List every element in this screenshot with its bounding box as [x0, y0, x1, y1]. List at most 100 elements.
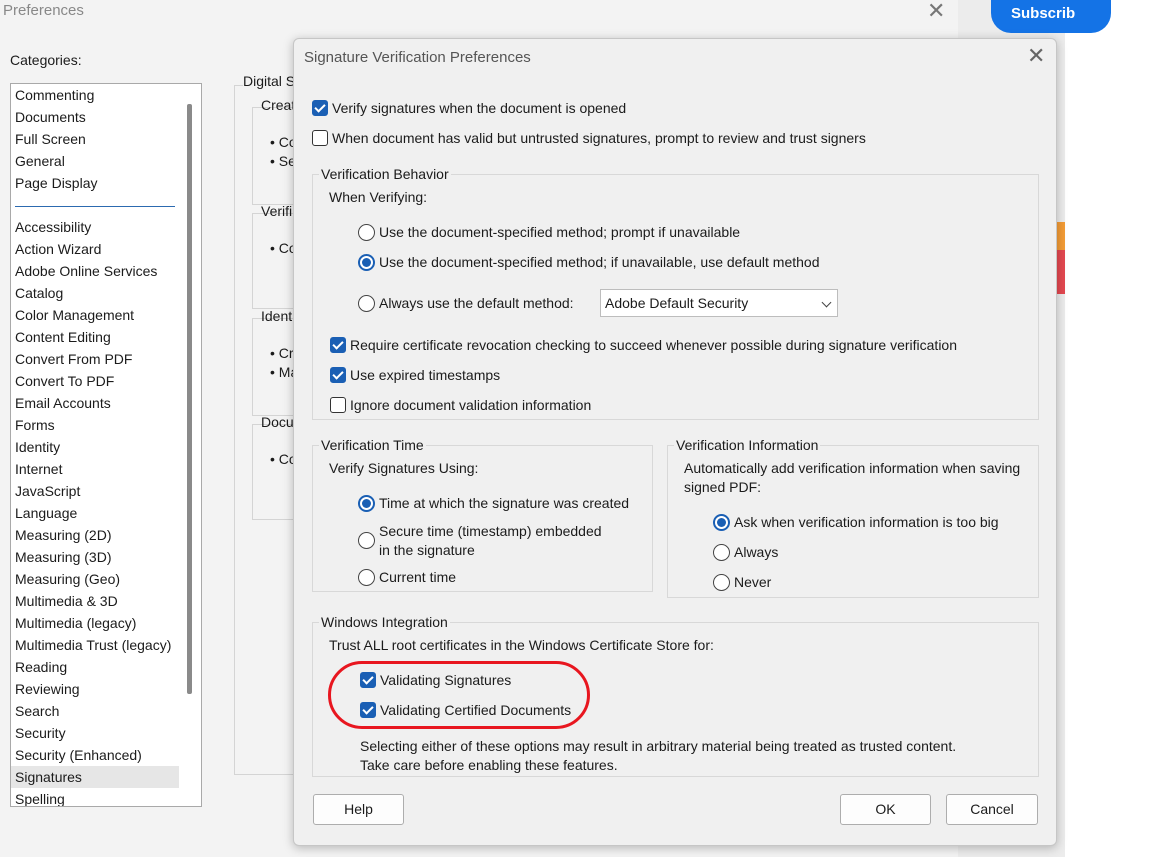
- help-button[interactable]: Help: [313, 794, 404, 825]
- windows-integration-title: Windows Integration: [319, 614, 450, 630]
- info-ask-label: Ask when verification information is too…: [734, 514, 999, 530]
- expired-timestamps-checkbox[interactable]: [330, 367, 346, 383]
- method-prompt-label: Use the document-specified method; promp…: [379, 224, 741, 240]
- category-item[interactable]: Color Management: [15, 307, 134, 323]
- category-item[interactable]: Internet: [15, 461, 62, 477]
- windows-integration-desc: Trust ALL root certificates in the Windo…: [329, 637, 714, 653]
- category-item[interactable]: Accessibility: [15, 219, 91, 235]
- verify-using-label: Verify Signatures Using:: [329, 460, 479, 476]
- category-item[interactable]: Identity: [15, 439, 60, 455]
- background-section-box: [252, 424, 294, 520]
- verify-on-open-checkbox[interactable]: [312, 100, 328, 116]
- time-current-label: Current time: [379, 569, 457, 585]
- category-item[interactable]: Adobe Online Services: [15, 263, 157, 279]
- category-item[interactable]: Reviewing: [15, 681, 80, 697]
- category-item[interactable]: Content Editing: [15, 329, 111, 345]
- ignore-validation-label: Ignore document validation information: [350, 397, 592, 413]
- category-item[interactable]: Email Accounts: [15, 395, 111, 411]
- category-item[interactable]: Multimedia Trust (legacy): [15, 637, 171, 653]
- category-item[interactable]: JavaScript: [15, 483, 80, 499]
- method-always-default-radio[interactable]: [358, 295, 375, 312]
- verification-behavior-title: Verification Behavior: [319, 166, 451, 182]
- cancel-button[interactable]: Cancel: [946, 794, 1038, 825]
- time-secure-label-line2: in the signature: [379, 542, 475, 558]
- background-section-line: • Co: [270, 134, 293, 150]
- revocation-checkbox[interactable]: [330, 337, 346, 353]
- subscribe-button[interactable]: Subscrib: [991, 0, 1111, 33]
- info-never-radio[interactable]: [713, 574, 730, 591]
- default-method-value: Adobe Default Security: [605, 295, 749, 311]
- background-section-line: • Se: [270, 153, 293, 169]
- dialog-close-icon[interactable]: ✕: [1027, 45, 1045, 67]
- method-prompt-radio[interactable]: [358, 224, 375, 241]
- time-created-radio[interactable]: [358, 495, 375, 512]
- preferences-close-icon[interactable]: ✕: [927, 0, 945, 22]
- windows-warning-line2: Take care before enabling these features…: [360, 757, 618, 773]
- verification-info-desc-line2: signed PDF:: [684, 479, 762, 495]
- category-item[interactable]: General: [15, 153, 65, 169]
- category-item[interactable]: Forms: [15, 417, 55, 433]
- time-secure-radio[interactable]: [358, 532, 375, 549]
- ignore-validation-checkbox[interactable]: [330, 397, 346, 413]
- digital-signatures-title: Digital Si: [243, 73, 301, 89]
- category-item[interactable]: Full Screen: [15, 131, 86, 147]
- verify-on-open-label: Verify signatures when the document is o…: [332, 100, 627, 116]
- verification-time-title: Verification Time: [319, 437, 426, 453]
- info-always-label: Always: [734, 544, 779, 560]
- color-strip-red: [1056, 250, 1065, 294]
- info-ask-radio[interactable]: [713, 514, 730, 531]
- background-section-line: • Ma: [270, 364, 293, 380]
- default-method-select[interactable]: Adobe Default Security: [600, 289, 838, 317]
- category-item[interactable]: Signatures: [15, 769, 82, 785]
- background-section-box: [252, 213, 294, 309]
- category-item[interactable]: Measuring (3D): [15, 549, 111, 565]
- background-section-title: Docu: [261, 414, 293, 430]
- category-separator: [15, 206, 175, 207]
- category-item[interactable]: Documents: [15, 109, 86, 125]
- revocation-label: Require certificate revocation checking …: [350, 337, 957, 353]
- category-item[interactable]: Language: [15, 505, 77, 521]
- time-created-label: Time at which the signature was created: [379, 495, 630, 511]
- preferences-title: Preferences: [3, 2, 84, 19]
- background-section-line: • Co: [270, 451, 293, 467]
- verification-info-desc: Automatically add verification informati…: [684, 460, 1021, 476]
- verification-info-title: Verification Information: [674, 437, 821, 453]
- category-item[interactable]: Convert To PDF: [15, 373, 114, 389]
- ok-button[interactable]: OK: [840, 794, 931, 825]
- category-item[interactable]: Spelling: [15, 791, 65, 806]
- background-section-title: Verifi: [261, 203, 293, 219]
- category-item[interactable]: Measuring (Geo): [15, 571, 120, 587]
- color-strip-orange: [1056, 222, 1065, 250]
- method-default-fallback-label: Use the document-specified method; if un…: [379, 254, 820, 270]
- category-item[interactable]: Commenting: [15, 87, 94, 103]
- dialog-title: Signature Verification Preferences: [304, 49, 531, 66]
- time-current-radio[interactable]: [358, 569, 375, 586]
- category-item[interactable]: Action Wizard: [15, 241, 101, 257]
- category-item[interactable]: Search: [15, 703, 59, 719]
- category-item[interactable]: Multimedia (legacy): [15, 615, 136, 631]
- categories-scrollbar[interactable]: [187, 104, 192, 694]
- category-item[interactable]: Convert From PDF: [15, 351, 132, 367]
- info-never-label: Never: [734, 574, 772, 590]
- background-section-title: Ident: [261, 308, 293, 324]
- category-item[interactable]: Reading: [15, 659, 67, 675]
- info-always-radio[interactable]: [713, 544, 730, 561]
- windows-warning: Selecting either of these options may re…: [360, 738, 957, 754]
- category-item[interactable]: Security: [15, 725, 66, 741]
- category-item[interactable]: Catalog: [15, 285, 63, 301]
- category-item[interactable]: Page Display: [15, 175, 98, 191]
- time-secure-label: Secure time (timestamp) embedded: [379, 523, 602, 539]
- method-default-fallback-radio[interactable]: [358, 254, 375, 271]
- method-always-default-label: Always use the default method:: [379, 295, 574, 311]
- category-item[interactable]: Security (Enhanced): [15, 747, 142, 763]
- red-highlight-oval: [328, 661, 590, 729]
- categories-list[interactable]: Commenting Documents Full Screen General Pag…: [10, 83, 202, 807]
- prompt-untrusted-checkbox[interactable]: [312, 130, 328, 146]
- background-section-line: • Co: [270, 240, 293, 256]
- background-section-line: • Cr: [270, 345, 293, 361]
- chevron-down-icon: [821, 297, 832, 308]
- expired-timestamps-label: Use expired timestamps: [350, 367, 501, 383]
- background-section-title: Creat: [261, 97, 293, 113]
- category-item[interactable]: Measuring (2D): [15, 527, 111, 543]
- category-item[interactable]: Multimedia & 3D: [15, 593, 118, 609]
